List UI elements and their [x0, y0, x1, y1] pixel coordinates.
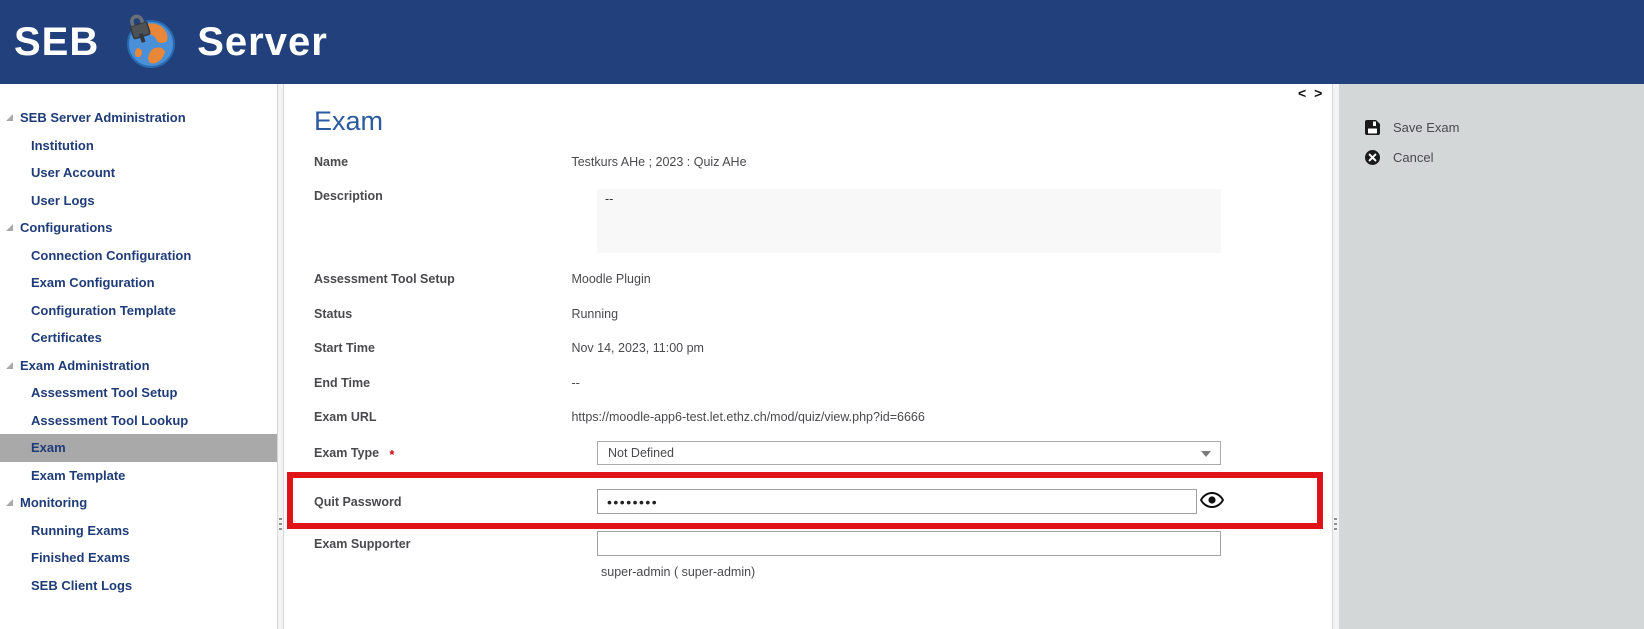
- sidebar-item-label: Exam: [31, 440, 66, 455]
- expand-triangle-icon: [6, 224, 13, 231]
- sidebar-item-label: User Logs: [31, 193, 95, 208]
- pane-pager: < >: [1298, 85, 1324, 101]
- exam-url-value: https://moodle-app6-test.let.ethz.ch/mod…: [571, 410, 924, 424]
- save-icon: [1365, 120, 1380, 135]
- seb-globe-lock-logo-icon: [121, 14, 177, 70]
- sidebar-item-label: Exam Administration: [20, 358, 150, 373]
- sidebar-section-exam-administration[interactable]: Exam Administration: [0, 352, 277, 380]
- expand-triangle-icon: [6, 114, 13, 121]
- sidebar-item-configuration-template[interactable]: Configuration Template: [0, 297, 277, 325]
- sidebar-item-label: SEB Client Logs: [31, 578, 132, 593]
- dropdown-arrow-icon: [1201, 451, 1211, 457]
- status-value: Running: [571, 307, 618, 321]
- sidebar-item-running-exams[interactable]: Running Exams: [0, 517, 277, 545]
- form-row-exam-type: Exam Type * Not Defined: [314, 446, 1332, 464]
- required-marker: *: [390, 448, 395, 462]
- sidebar-item-label: SEB Server Administration: [20, 110, 186, 125]
- form-row-quit-password: Quit Password: [314, 495, 1332, 513]
- expand-triangle-icon: [6, 499, 13, 506]
- collapse-left-icon[interactable]: <: [1298, 85, 1308, 101]
- sidebar-item-exam-template[interactable]: Exam Template: [0, 462, 277, 490]
- end-time-label: End Time: [314, 376, 567, 390]
- form-row-status: Status Running: [314, 307, 1332, 325]
- sidebar-section-configurations[interactable]: Configurations: [0, 214, 277, 242]
- exam-supporter-label: Exam Supporter: [314, 537, 567, 551]
- description-value-box: --: [597, 189, 1221, 253]
- form-row-start-time: Start Time Nov 14, 2023, 11:00 pm: [314, 341, 1332, 359]
- sidebar-item-label: Institution: [31, 138, 94, 153]
- sidebar-item-label: Exam Configuration: [31, 275, 155, 290]
- description-label: Description: [314, 189, 567, 203]
- save-exam-label: Save Exam: [1393, 120, 1459, 135]
- expand-right-icon[interactable]: >: [1314, 85, 1324, 101]
- form-row-assessment-tool-setup: Assessment Tool Setup Moodle Plugin: [314, 272, 1332, 290]
- sidebar-item-certificates[interactable]: Certificates: [0, 324, 277, 352]
- brand-server-text: Server: [197, 20, 328, 65]
- cancel-label: Cancel: [1393, 150, 1433, 165]
- navigation-sidebar: SEB Server Administration Institution Us…: [0, 84, 277, 629]
- name-value: Testkurs AHe ; 2023 : Quiz AHe: [571, 155, 746, 169]
- assessment-tool-setup-value: Moodle Plugin: [571, 272, 650, 286]
- sidebar-item-label: Finished Exams: [31, 550, 130, 565]
- cancel-button[interactable]: Cancel: [1365, 149, 1644, 166]
- sash-grip[interactable]: [279, 518, 282, 533]
- sidebar-item-label: Configurations: [20, 220, 112, 235]
- sidebar-item-label: User Account: [31, 165, 115, 180]
- exam-type-selected-value: Not Defined: [608, 446, 674, 460]
- sash-grip[interactable]: [1334, 518, 1337, 533]
- sidebar-item-label: Running Exams: [31, 523, 129, 538]
- sidebar-item-exam[interactable]: Exam: [0, 434, 277, 462]
- exam-url-label: Exam URL: [314, 410, 567, 424]
- show-password-eye-icon[interactable]: [1200, 492, 1224, 510]
- brand-seb-text: SEB: [14, 20, 99, 65]
- name-label: Name: [314, 155, 567, 169]
- exam-type-dropdown[interactable]: Not Defined: [597, 441, 1221, 465]
- exam-type-label: Exam Type: [314, 446, 379, 460]
- sidebar-item-assessment-tool-setup[interactable]: Assessment Tool Setup: [0, 379, 277, 407]
- end-time-value: --: [571, 376, 579, 390]
- sidebar-item-user-account[interactable]: User Account: [0, 159, 277, 187]
- sidebar-item-label: Assessment Tool Lookup: [31, 413, 188, 428]
- sidebar-section-monitoring[interactable]: Monitoring: [0, 489, 277, 517]
- sidebar-item-seb-client-logs[interactable]: SEB Client Logs: [0, 572, 277, 600]
- status-label: Status: [314, 307, 567, 321]
- sidebar-item-label: Connection Configuration: [31, 248, 191, 263]
- quit-password-input[interactable]: [597, 489, 1197, 514]
- exam-supporter-helper-text: super-admin ( super-admin): [601, 565, 755, 579]
- sidebar-item-exam-configuration[interactable]: Exam Configuration: [0, 269, 277, 297]
- sidebar-item-label: Monitoring: [20, 495, 87, 510]
- start-time-value: Nov 14, 2023, 11:00 pm: [571, 341, 704, 355]
- cancel-icon: [1365, 150, 1380, 165]
- sidebar-item-connection-configuration[interactable]: Connection Configuration: [0, 242, 277, 270]
- exam-detail-pane: < > Exam Name Testkurs AHe ; 2023 : Quiz…: [284, 84, 1332, 629]
- sidebar-item-user-logs[interactable]: User Logs: [0, 187, 277, 215]
- action-panel: Save Exam Cancel: [1340, 84, 1644, 629]
- form-row-description: Description --: [314, 189, 1332, 207]
- page-title: Exam: [314, 106, 383, 137]
- form-row-end-time: End Time --: [314, 376, 1332, 394]
- sidebar-item-label: Exam Template: [31, 468, 125, 483]
- save-exam-button[interactable]: Save Exam: [1365, 119, 1644, 136]
- exam-supporter-input[interactable]: [597, 531, 1221, 556]
- sidebar-item-label: Certificates: [31, 330, 102, 345]
- sidebar-item-label: Configuration Template: [31, 303, 176, 318]
- sidebar-resize-sash[interactable]: [277, 84, 284, 629]
- sidebar-item-institution[interactable]: Institution: [0, 132, 277, 160]
- sidebar-item-assessment-tool-lookup[interactable]: Assessment Tool Lookup: [0, 407, 277, 435]
- quit-password-label: Quit Password: [314, 495, 567, 509]
- form-row-exam-supporter: Exam Supporter super-admin ( super-admin…: [314, 537, 1332, 555]
- sidebar-item-label: Assessment Tool Setup: [31, 385, 177, 400]
- assessment-tool-setup-label: Assessment Tool Setup: [314, 272, 567, 286]
- start-time-label: Start Time: [314, 341, 567, 355]
- form-row-name: Name Testkurs AHe ; 2023 : Quiz AHe: [314, 155, 1332, 173]
- action-panel-resize-sash[interactable]: [1332, 84, 1340, 629]
- sidebar-section-seb-server-administration[interactable]: SEB Server Administration: [0, 104, 277, 132]
- form-row-exam-url: Exam URL https://moodle-app6-test.let.et…: [314, 410, 1332, 428]
- expand-triangle-icon: [6, 362, 13, 369]
- sidebar-item-finished-exams[interactable]: Finished Exams: [0, 544, 277, 572]
- app-header: SEB Server: [0, 0, 1644, 84]
